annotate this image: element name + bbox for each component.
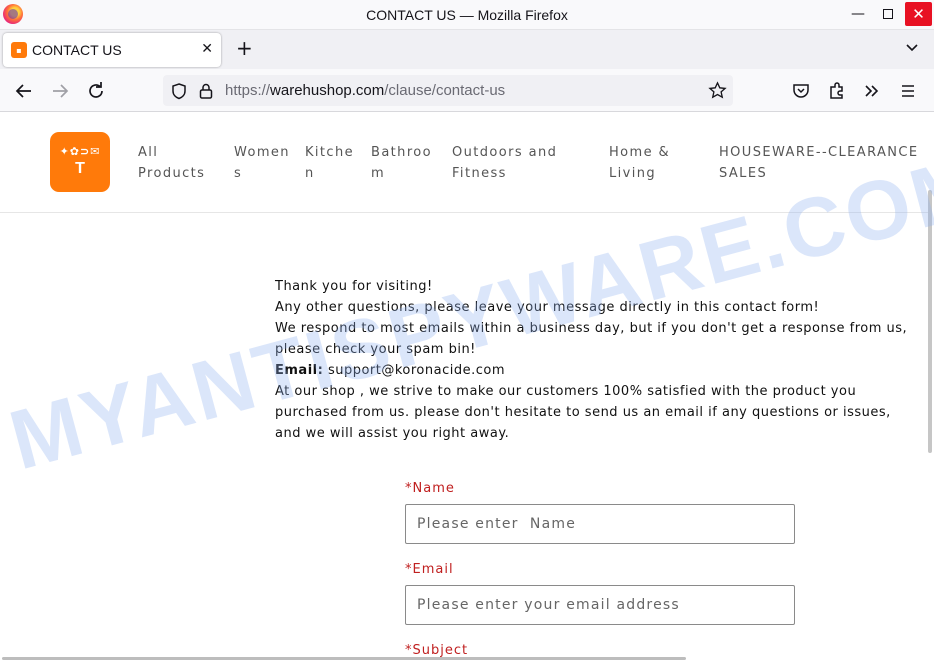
window-titlebar: CONTACT US — Mozilla Firefox — ✕ [0, 0, 934, 30]
email-address: support@koronacide.com [323, 363, 505, 378]
url-scheme: https:// [225, 82, 271, 99]
navigation-toolbar: https://warehushop.com/clause/contact-us [0, 69, 934, 112]
new-tab-button[interactable]: + [236, 38, 253, 58]
web-page: ✦✿⊃✉ T All Products Women s Kitche n Bat… [0, 112, 934, 661]
forward-arrow-icon[interactable] [49, 80, 71, 102]
site-logo[interactable]: ✦✿⊃✉ T [50, 132, 110, 192]
nav-womens[interactable]: Women s [234, 142, 290, 184]
hamburger-menu-icon[interactable] [897, 80, 919, 102]
email-label: *Email [405, 562, 454, 577]
subject-label: *Subject [405, 643, 469, 658]
shield-icon[interactable] [170, 82, 188, 100]
back-arrow-icon[interactable] [13, 80, 35, 102]
tab-contact-us[interactable]: ▪ CONTACT US ✕ [3, 33, 221, 67]
maximize-icon [883, 9, 893, 19]
lock-icon[interactable] [198, 82, 214, 100]
contact-intro: Thank you for visiting! Any other questi… [275, 276, 920, 444]
intro-line: Any other questions, please leave your m… [275, 300, 820, 315]
tab-close-button[interactable]: ✕ [201, 41, 213, 57]
intro-line: We respond to most emails within a busin… [275, 321, 908, 357]
url-host: warehushop.com [270, 82, 385, 99]
nav-home-living[interactable]: Home & Living [609, 142, 670, 184]
intro-line: Thank you for visiting! [275, 279, 433, 294]
url-bar[interactable]: https://warehushop.com/clause/contact-us [163, 75, 733, 106]
logo-letter: T [75, 160, 85, 177]
maximize-button[interactable] [873, 0, 903, 28]
url-text[interactable]: https://warehushop.com/clause/contact-us [225, 82, 505, 99]
close-icon: ✕ [912, 5, 925, 23]
intro-email: Email: support@koronacide.com [275, 360, 920, 381]
site-favicon-icon: ▪ [11, 42, 27, 58]
vertical-scrollbar[interactable] [928, 190, 932, 453]
site-header: ✦✿⊃✉ T All Products Women s Kitche n Bat… [0, 112, 930, 213]
bookmark-star-icon[interactable] [708, 81, 727, 100]
extensions-icon[interactable] [826, 80, 848, 102]
reload-icon[interactable] [85, 80, 107, 102]
horizontal-scrollbar[interactable] [2, 657, 686, 660]
url-path: /clause/contact-us [384, 82, 506, 99]
nav-houseware-clearance[interactable]: HOUSEWARE--CLEARANCE SALES [719, 142, 919, 184]
tab-strip: ▪ CONTACT US ✕ + [0, 30, 934, 69]
tab-list-chevron-icon[interactable] [905, 41, 919, 55]
nav-bathroom[interactable]: Bathroo m [371, 142, 432, 184]
nav-outdoors-fitness[interactable]: Outdoors and Fitness [452, 142, 557, 184]
name-label: *Name [405, 481, 455, 496]
logo-icons: ✦✿⊃✉ [59, 145, 101, 158]
pocket-icon[interactable] [790, 80, 812, 102]
minimize-icon: — [851, 6, 865, 22]
intro-line: At our shop , we strive to make our cust… [275, 384, 891, 441]
name-field[interactable] [405, 504, 795, 544]
email-label: Email: [275, 363, 324, 378]
tab-title: CONTACT US [32, 42, 122, 58]
nav-all-products[interactable]: All Products [138, 142, 205, 184]
window-title: CONTACT US — Mozilla Firefox [366, 7, 568, 23]
overflow-chevrons-icon[interactable] [861, 80, 883, 102]
nav-kitchen[interactable]: Kitche n [305, 142, 354, 184]
close-window-button[interactable]: ✕ [905, 2, 932, 26]
minimize-button[interactable]: — [843, 0, 873, 28]
email-field[interactable] [405, 585, 795, 625]
